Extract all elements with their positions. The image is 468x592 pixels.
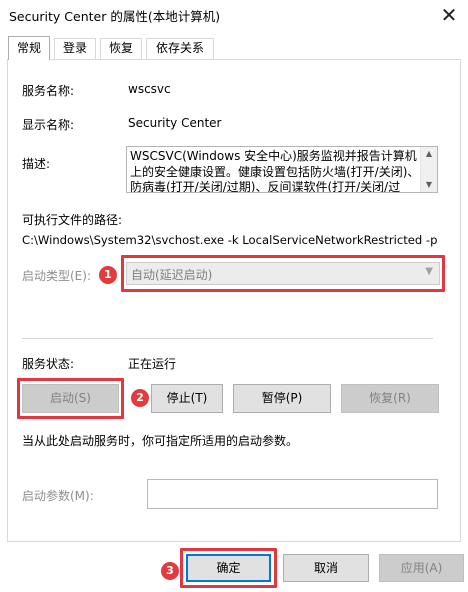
startup-type-value: 自动(延迟启动) [131,268,213,282]
service-name-label: 服务名称: [22,84,75,98]
scroll-up-icon[interactable]: ▲ [421,147,437,161]
general-panel [7,59,461,542]
close-icon[interactable]: ✕ [436,2,462,28]
window-title: Security Center 的属性(本地计算机) [9,9,221,24]
display-name-value: Security Center [128,116,222,130]
apply-button[interactable]: 应用(A) [379,554,464,582]
ok-button[interactable]: 确定 [186,554,271,582]
resume-button[interactable]: 恢复(R) [341,384,439,413]
pause-button[interactable]: 暂停(P) [233,384,331,413]
title-bar: Security Center 的属性(本地计算机) ✕ [0,0,468,30]
service-status-label: 服务状态: [22,357,75,371]
tab-recovery[interactable]: 恢复 [100,38,142,59]
start-params-label: 启动参数(M): [22,489,94,503]
exe-path-label: 可执行文件的路径: [22,213,123,227]
stop-button[interactable]: 停止(T) [151,384,223,413]
startup-type-select[interactable]: 自动(延迟启动) ▼ [126,262,440,285]
tab-general[interactable]: 常规 [8,36,50,60]
section-divider [22,338,433,339]
cancel-button[interactable]: 取消 [283,554,369,582]
description-text: WSCSVC(Windows 安全中心)服务监视并报告计算机上的安全健康设置。健… [130,149,420,193]
start-button[interactable]: 启动(S) [22,384,119,413]
start-params-hint: 当从此处启动服务时，你可指定所适用的启动参数。 [22,434,299,448]
description-label: 描述: [22,157,51,171]
service-status-value: 正在运行 [128,357,177,371]
description-scrollbar[interactable]: ▲ ▼ [420,147,437,192]
start-params-input[interactable] [147,479,438,509]
description-box[interactable]: WSCSVC(Windows 安全中心)服务监视并报告计算机上的安全健康设置。健… [126,146,438,193]
annotation-marker-2: 2 [131,389,149,407]
tab-logon[interactable]: 登录 [54,38,96,59]
tab-dependencies[interactable]: 依存关系 [146,38,214,59]
startup-type-label: 启动类型(E): [22,269,91,283]
service-name-value: wscsvc [128,82,171,96]
annotation-marker-3: 3 [161,562,179,580]
chevron-down-icon: ▼ [425,266,433,277]
display-name-label: 显示名称: [22,118,75,132]
annotation-marker-1: 1 [99,266,117,284]
scroll-down-icon[interactable]: ▼ [421,178,437,192]
exe-path-value: C:\Windows\System32\svchost.exe -k Local… [22,233,438,247]
